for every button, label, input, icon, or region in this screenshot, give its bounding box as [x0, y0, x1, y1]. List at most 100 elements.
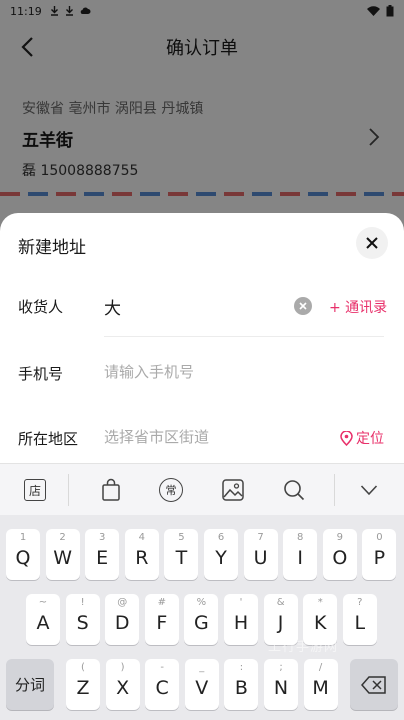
key-char: G: [194, 612, 209, 634]
key-char: V: [195, 677, 209, 699]
shop-icon-label: 店: [24, 479, 46, 501]
key-char: U: [253, 547, 268, 569]
key-x[interactable]: ) X: [105, 659, 140, 710]
key-char: F: [156, 612, 168, 634]
receiver-label: 收货人: [18, 298, 64, 316]
region-input[interactable]: [104, 428, 304, 446]
key-u[interactable]: 7U: [243, 529, 278, 580]
key-hint: ?: [357, 597, 363, 608]
key-t[interactable]: 5T: [164, 529, 199, 580]
key-f[interactable]: # F: [144, 594, 179, 645]
key-h[interactable]: ' H: [224, 594, 258, 645]
clear-button[interactable]: [294, 297, 312, 315]
key-hint: (: [81, 662, 85, 673]
key-char: S: [76, 612, 89, 634]
key-hint: -: [160, 662, 164, 673]
key-b[interactable]: :B: [224, 659, 259, 710]
key-char: R: [135, 547, 149, 569]
key-hint: 0: [376, 532, 383, 543]
key-hint: 4: [138, 532, 145, 543]
key-char: K: [313, 612, 327, 634]
key-hint: 1: [19, 532, 27, 543]
search-icon[interactable]: [281, 477, 307, 503]
phone-label: 手机号: [18, 365, 64, 383]
key-hint: !: [80, 597, 85, 608]
key-hint: &: [276, 597, 285, 608]
watermark: 工行手游网: [268, 640, 339, 655]
key-hint: 3: [99, 532, 106, 543]
key-r[interactable]: 4R: [124, 529, 159, 580]
toolbar-separator: [68, 474, 69, 506]
contacts-button[interactable]: + 通讯录: [329, 297, 387, 317]
key-char: C: [155, 677, 169, 699]
location-pin-icon: [340, 430, 353, 446]
phone-input[interactable]: [104, 363, 304, 381]
key-v[interactable]: _ V: [184, 659, 219, 710]
image-icon[interactable]: [220, 477, 246, 503]
key-hint: ;: [279, 662, 283, 673]
key-i[interactable]: 8I: [283, 529, 318, 580]
key-char: A: [36, 612, 50, 634]
key-l[interactable]: ? L: [342, 594, 377, 645]
key-hint: 8: [297, 532, 304, 543]
key-char: X: [116, 677, 130, 699]
toolbar-separator: [334, 474, 335, 506]
common-icon-label: 常: [159, 478, 183, 502]
key-z[interactable]: (Z: [66, 659, 100, 710]
key-w[interactable]: 2W: [45, 529, 80, 580]
key-s[interactable]: ! S: [65, 594, 100, 645]
key-hint: 7: [257, 532, 264, 543]
new-address-sheet: 新建地址 收货人 + 通讯录 手机号 所在地区 定位: [0, 213, 404, 463]
shopping-bag-icon[interactable]: [98, 477, 124, 503]
key-o[interactable]: 9O: [322, 529, 357, 580]
key-char: I: [297, 547, 303, 569]
keyboard: 1Q2W3E4R5T6Y7U8I9O0P ~ A! S @ D # F% G ' H & J * K? L …: [0, 515, 404, 720]
common-phrases-icon[interactable]: 常: [158, 477, 184, 503]
key-y[interactable]: 6Y: [204, 529, 238, 580]
key-hint: #: [157, 597, 166, 608]
key-char: B: [234, 677, 248, 699]
receiver-input[interactable]: [104, 296, 284, 316]
key-char: M: [312, 677, 329, 699]
key-hint: *: [317, 597, 323, 608]
key-hint: :: [239, 662, 244, 673]
key-char: W: [53, 547, 72, 569]
locate-button[interactable]: 定位: [340, 428, 384, 448]
shop-icon[interactable]: 店: [22, 477, 48, 503]
clear-icon: [299, 302, 307, 310]
region-label: 所在地区: [18, 430, 79, 448]
backspace-icon: [361, 675, 386, 694]
key-a[interactable]: ~ A: [26, 594, 60, 645]
key-hint: ': [239, 597, 243, 608]
key-char: P: [373, 547, 386, 569]
key-hint: _: [199, 662, 205, 673]
key-g[interactable]: % G: [184, 594, 219, 645]
collapse-keyboard-icon[interactable]: [356, 477, 382, 503]
key-hint: 9: [336, 532, 343, 543]
sheet-title: 新建地址: [18, 238, 86, 258]
key-c[interactable]: -C: [145, 659, 180, 710]
key-char: Z: [76, 677, 90, 699]
key-char: L: [354, 612, 366, 634]
key-p[interactable]: 0P: [362, 529, 397, 580]
key-m[interactable]: / M: [303, 659, 338, 710]
key-char: Q: [15, 547, 31, 569]
key-hint: 5: [178, 532, 185, 543]
key-q[interactable]: 1Q: [6, 529, 40, 580]
key-d[interactable]: @ D: [105, 594, 140, 645]
key-char: H: [233, 612, 249, 634]
key-char: D: [114, 612, 130, 634]
key-e[interactable]: 3E: [85, 529, 120, 580]
segment-key[interactable]: 分词: [6, 659, 54, 710]
key-hint: /: [318, 662, 323, 673]
close-button[interactable]: [356, 227, 388, 259]
key-char: N: [273, 677, 289, 699]
backspace-key[interactable]: [350, 659, 398, 710]
key-hint: ~: [38, 597, 48, 608]
key-n[interactable]: ; N: [264, 659, 298, 710]
keyboard-toolbar: 店 常: [0, 463, 404, 515]
key-char: O: [332, 547, 348, 569]
key-hint: %: [196, 597, 207, 608]
key-char: J: [277, 612, 284, 634]
key-hint: 2: [59, 532, 66, 543]
